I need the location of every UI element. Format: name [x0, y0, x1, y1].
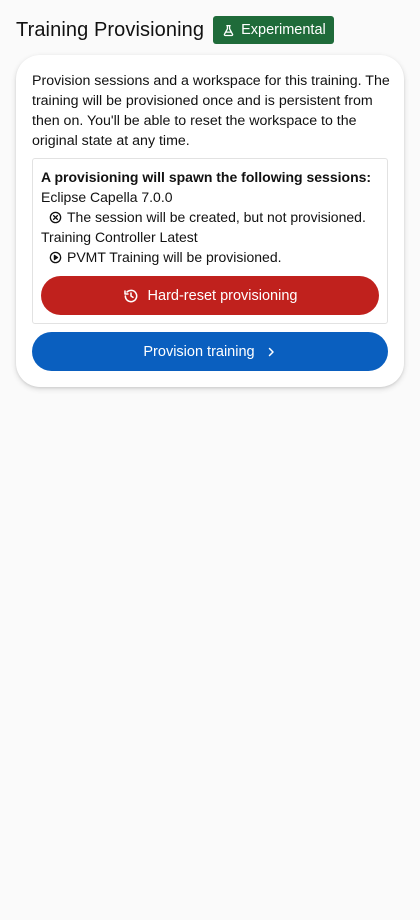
experimental-badge: Experimental — [213, 16, 334, 44]
provision-training-label: Provision training — [143, 343, 255, 360]
session-name-training-controller: Training Controller Latest — [41, 229, 198, 245]
session-status-capella: The session will be created, but not pro… — [49, 209, 366, 225]
session-status-capella-text: The session will be created, but not pro… — [67, 209, 366, 225]
sessions-heading: A provisioning will spawn the following … — [41, 169, 372, 185]
experimental-badge-label: Experimental — [241, 22, 326, 38]
provisioning-description: Provision sessions and a workspace for t… — [32, 73, 390, 149]
chevron-right-icon — [265, 346, 277, 358]
page-header: Training Provisioning Experimental — [16, 16, 334, 44]
flask-icon — [222, 24, 235, 37]
x-circle-icon — [49, 211, 62, 224]
session-status-training-controller: PVMT Training will be provisioned. — [49, 249, 282, 265]
session-name-capella: Eclipse Capella 7.0.0 — [41, 189, 173, 205]
page-title: Training Provisioning — [16, 18, 205, 41]
training-provisioning-page: Training Provisioning Experimental Provi… — [0, 0, 420, 920]
hard-reset-provisioning-label: Hard-reset provisioning — [147, 287, 298, 304]
provision-training-button[interactable]: Provision training — [32, 332, 388, 371]
sessions-box: A provisioning will spawn the following … — [32, 158, 388, 324]
play-circle-icon — [49, 251, 62, 264]
provisioning-card: Provision sessions and a workspace for t… — [16, 55, 404, 387]
session-status-training-controller-text: PVMT Training will be provisioned. — [67, 249, 282, 265]
history-icon — [123, 288, 139, 304]
hard-reset-provisioning-button[interactable]: Hard-reset provisioning — [41, 276, 379, 315]
